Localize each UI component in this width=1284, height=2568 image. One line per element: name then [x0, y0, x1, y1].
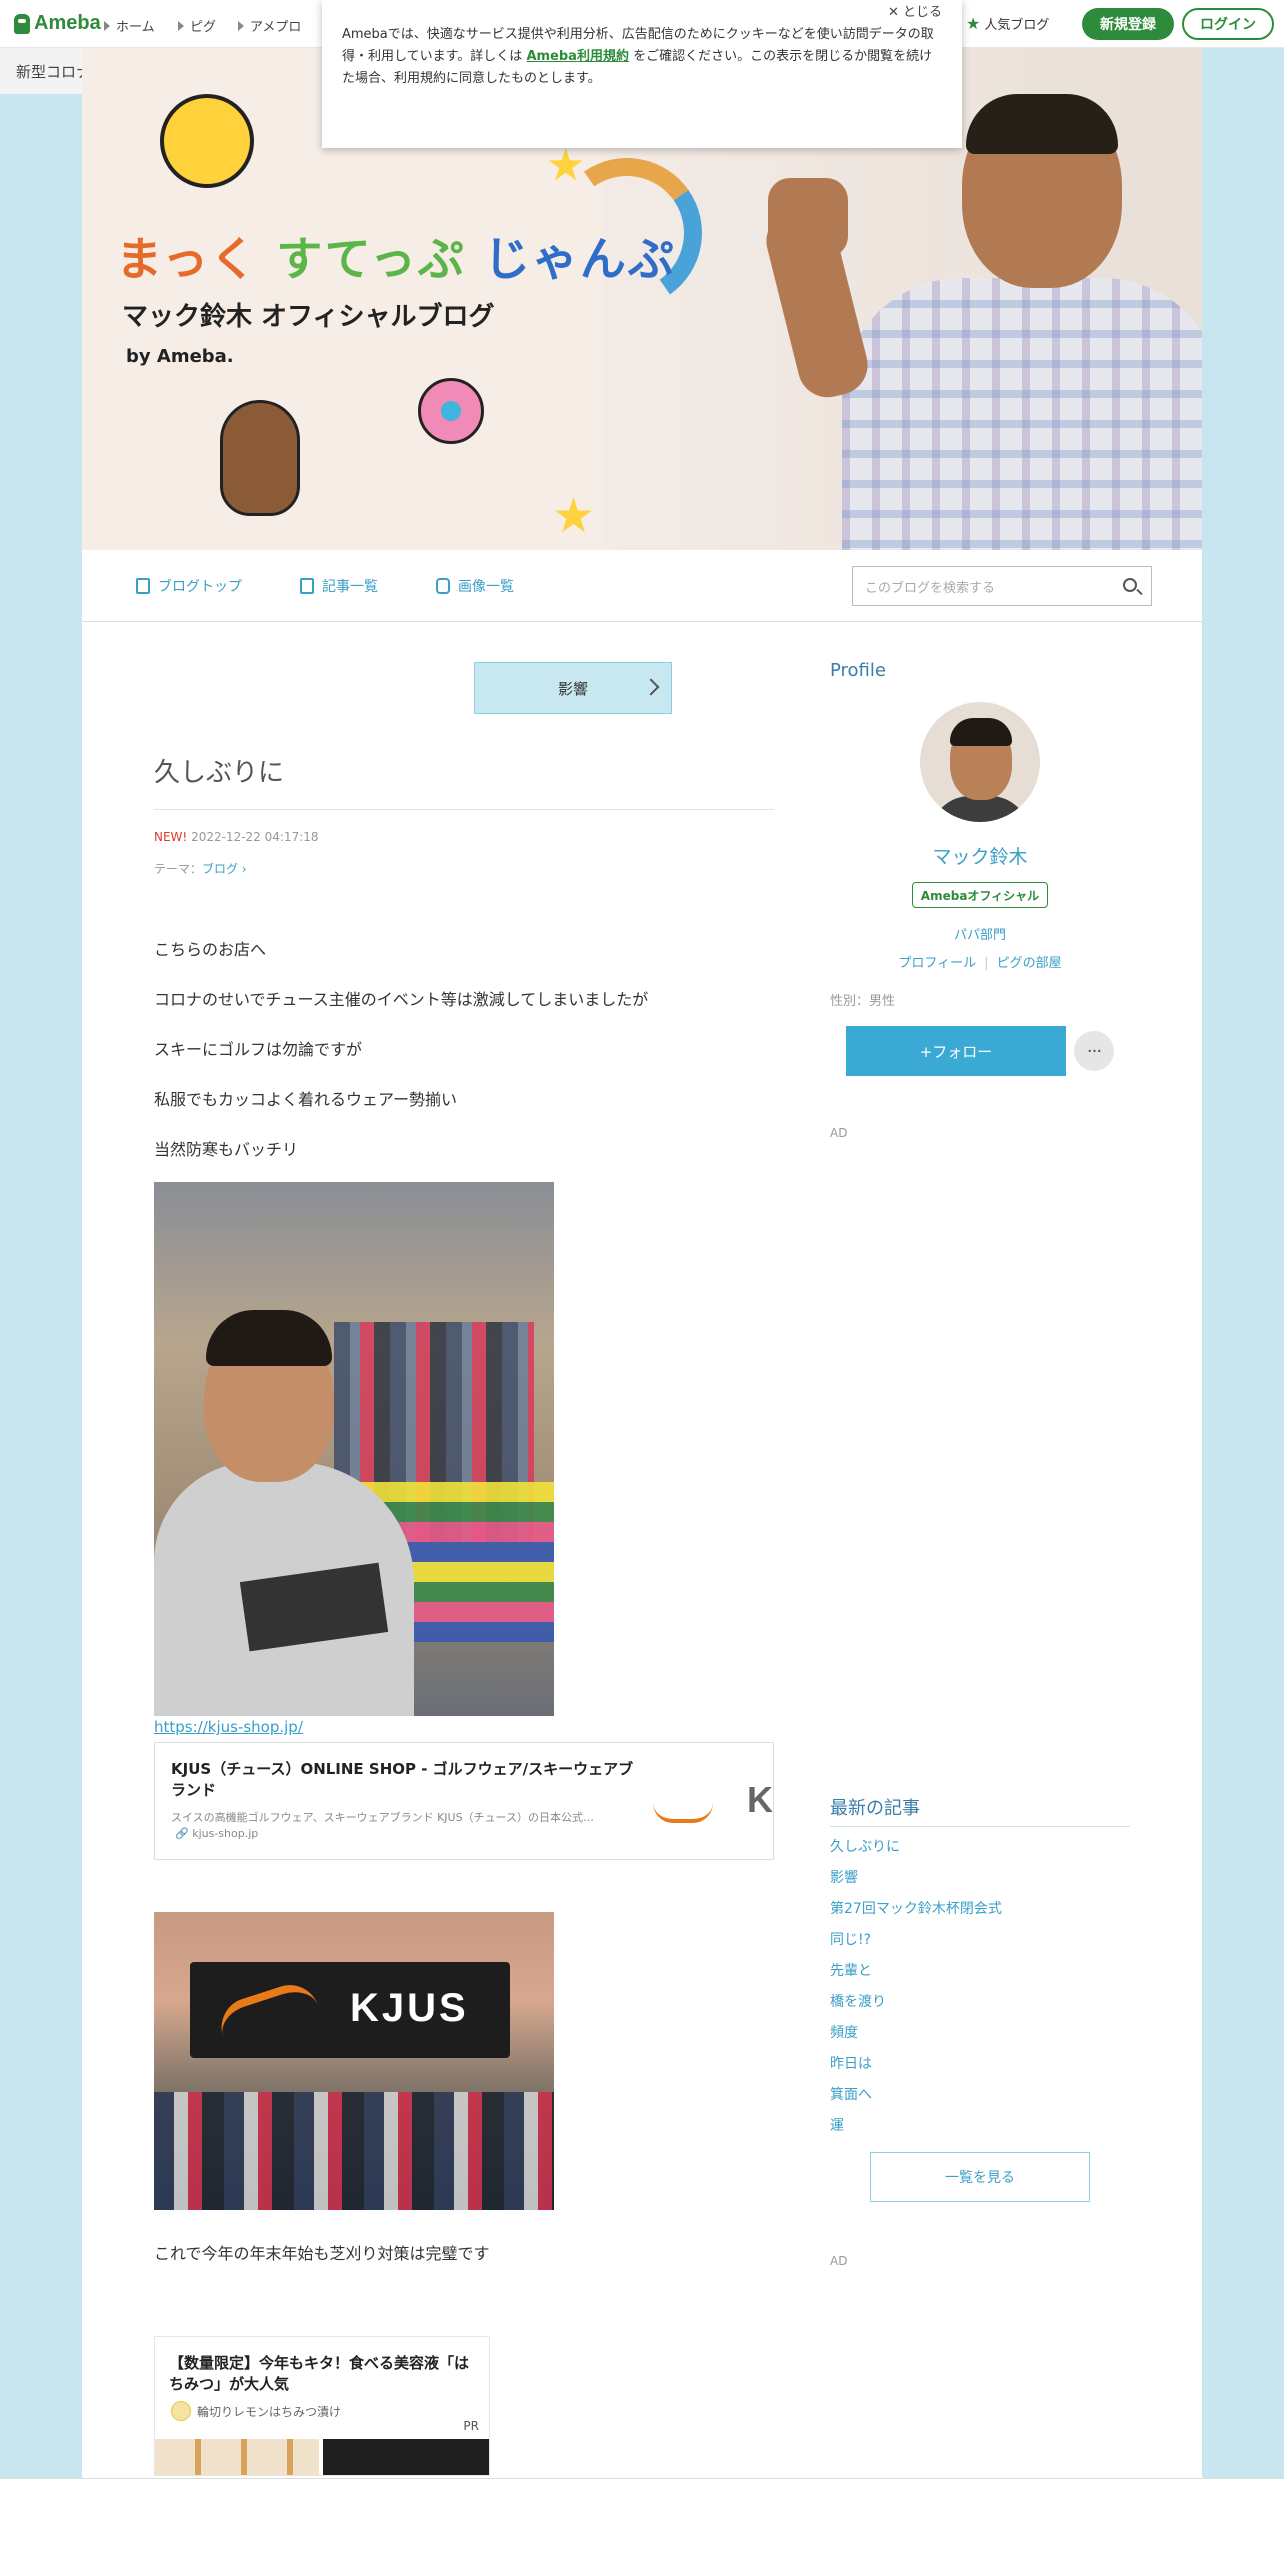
document-icon — [136, 578, 150, 594]
nav-amepro[interactable]: アメプロ — [238, 16, 301, 35]
recent-article-link[interactable]: 先輩と — [830, 1960, 1002, 1991]
profile-name[interactable]: マック鈴木 — [830, 842, 1130, 869]
nav-home[interactable]: ホーム — [104, 16, 155, 35]
login-button[interactable]: ログイン — [1182, 8, 1274, 40]
official-badge: Amebaオフィシャル — [912, 882, 1048, 908]
triangle-right-icon — [104, 20, 110, 31]
article-paragraph: コロナのせいでチュース主催のイベント等は激減してしまいましたが — [154, 990, 649, 1009]
profile-gender: 性別：男性 — [830, 994, 896, 1009]
star-icon: ★ — [966, 14, 981, 33]
sun-illustration — [160, 94, 254, 188]
banner-title: まっく すてっぷ じゃんぷ — [116, 232, 676, 286]
nav-blog-top[interactable]: ブログトップ — [136, 576, 242, 596]
article-title: 久しぶりに — [154, 752, 774, 810]
external-link[interactable]: https://kjus-shop.jp/ — [154, 1718, 303, 1736]
ad-title: 【数量限定】今年もキタ！食べる美容液「はちみつ」が大人気 — [169, 2354, 470, 2393]
more-options-button[interactable]: ··· — [1074, 1031, 1114, 1071]
new-badge: NEW! — [154, 830, 188, 844]
chevron-right-icon — [642, 678, 660, 696]
recent-article-link[interactable]: 箕面へ — [830, 2084, 1002, 2115]
profile-category[interactable]: パパ部門 — [830, 924, 1130, 943]
article-datetime: 2022-12-22 04:17:18 — [191, 830, 319, 844]
nav-image-list[interactable]: 画像一覧 — [436, 576, 514, 596]
cookie-notice: Amebaでは、快適なサービス提供や利用分析、広告配信のためにクッキーなどを使い… — [322, 0, 962, 148]
nav-article-list[interactable]: 記事一覧 — [300, 576, 378, 596]
triangle-right-icon — [238, 20, 244, 31]
ameba-logo-icon — [14, 13, 30, 34]
profile-link[interactable]: プロフィール — [898, 956, 976, 971]
recent-article-link[interactable]: 第27回マック鈴木杯閉会式 — [830, 1898, 1002, 1929]
signup-button[interactable]: 新規登録 — [1082, 8, 1174, 40]
recent-article-link[interactable]: 影響 — [830, 1867, 1002, 1898]
bear-illustration — [220, 400, 300, 516]
recent-articles-list: 久しぶりに 影響 第27回マック鈴木杯閉会式 同じ!? 先輩と 橋を渡り 頻度 … — [830, 1836, 1002, 2146]
recent-article-link[interactable]: 久しぶりに — [830, 1836, 1002, 1867]
recent-article-link[interactable]: 運 — [830, 2115, 1002, 2146]
popular-blog-link[interactable]: ★ 人気ブログ — [966, 14, 1049, 33]
banner-subtitle: マック鈴木 オフィシャルブログ — [122, 302, 495, 332]
pigg-room-link[interactable]: ピグの部屋 — [997, 956, 1062, 971]
triangle-right-icon — [178, 20, 184, 31]
ad-image — [323, 2439, 489, 2475]
view-all-button[interactable]: 一覧を見る — [870, 2152, 1090, 2202]
link-icon: 🔗 — [175, 1827, 193, 1840]
sponsored-ad-card[interactable]: 【数量限定】今年もキタ！食べる美容液「はちみつ」が大人気 輪切りレモンはちみつ漬… — [154, 2336, 490, 2476]
follow-button[interactable]: +フォロー — [846, 1026, 1066, 1076]
article-meta: NEW! 2022-12-22 04:17:18 — [154, 830, 319, 844]
ad-label: AD — [830, 2254, 848, 2268]
recent-article-link[interactable]: 橋を渡り — [830, 1991, 1002, 2022]
by-ameba-logo: by Ameba. — [126, 346, 234, 367]
ad-label: AD — [830, 1126, 848, 1140]
article-paragraph: これで今年の年末年始も芝刈り対策は完璧です — [154, 2244, 490, 2263]
ameba-logo[interactable]: Ameba — [14, 12, 101, 35]
search-icon[interactable] — [1123, 578, 1137, 592]
bottom-bar — [0, 2478, 1284, 2568]
flower-illustration — [418, 378, 484, 444]
ad-advertiser: 輪切りレモンはちみつ漬け — [171, 2401, 341, 2421]
star-icon: ★ — [552, 488, 596, 544]
theme-link[interactable]: ブログ — [202, 862, 238, 876]
article-paragraph: スキーにゴルフは勿論ですが — [154, 1040, 363, 1059]
avatar[interactable] — [920, 702, 1040, 822]
nav-pigg[interactable]: ピグ — [178, 16, 216, 35]
link-card-title: KJUS（チュース）ONLINE SHOP - ゴルフウェア/スキーウェアブラン… — [171, 1760, 634, 1799]
camera-icon — [436, 578, 450, 594]
article-paragraph: 当然防寒もバッチリ — [154, 1140, 299, 1159]
prev-article-button[interactable]: 影響 — [474, 662, 672, 714]
copy-icon — [300, 578, 314, 594]
blog-search-input[interactable]: このブログを検索する — [852, 566, 1152, 606]
article-paragraph: こちらのお店へ — [154, 940, 267, 959]
link-card-description: スイスの高機能ゴルフウェア、スキーウェアブランド KJUS（チュース）の日本公式… — [171, 1811, 595, 1824]
article-paragraph: 私服でもカッコよく着れるウェアー勢揃い — [154, 1090, 458, 1109]
article-theme: テーマ：ブログ › — [154, 862, 247, 876]
recent-article-link[interactable]: 頻度 — [830, 2022, 1002, 2053]
cookie-close-button[interactable]: ✕ とじる — [888, 2, 942, 24]
recent-article-link[interactable]: 同じ!? — [830, 1929, 1002, 1960]
link-card-domain: 🔗 kjus-shop.jp — [175, 1827, 259, 1840]
link-card-thumbnail: K — [643, 1743, 773, 1859]
ad-image — [155, 2439, 319, 2475]
recent-article-link[interactable]: 昨日は — [830, 2053, 1002, 2084]
article-photo-storefront[interactable]: KJUS — [154, 1912, 554, 2210]
article-photo-store-interior[interactable] — [154, 1182, 554, 1716]
terms-link[interactable]: Ameba利用規約 — [526, 49, 629, 64]
link-card[interactable]: KJUS（チュース）ONLINE SHOP - ゴルフウェア/スキーウェアブラン… — [154, 1742, 774, 1860]
recent-articles-heading: 最新の記事 — [830, 1794, 1130, 1827]
profile-heading: Profile — [830, 660, 886, 681]
chevron-right-icon: › — [238, 862, 247, 876]
pr-label: PR — [463, 2419, 479, 2433]
profile-links: プロフィール | ピグの部屋 — [898, 956, 1062, 971]
advertiser-avatar — [171, 2401, 191, 2421]
